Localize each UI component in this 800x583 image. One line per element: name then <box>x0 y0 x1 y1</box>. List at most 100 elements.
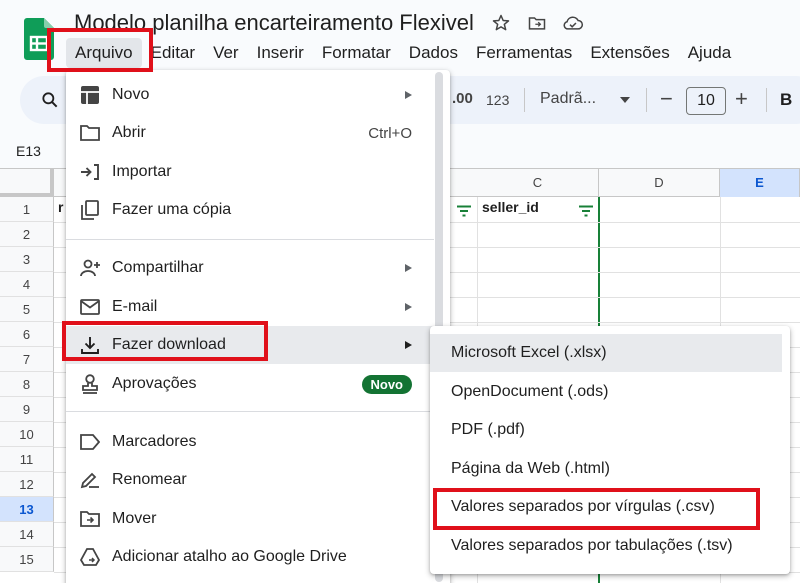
menu-item-label: Fazer download <box>112 336 226 353</box>
shortcut-text: Ctrl+O <box>368 124 412 142</box>
bold-button[interactable]: B <box>780 90 792 110</box>
rename-icon <box>79 470 101 490</box>
menu-item-label: Mover <box>112 510 157 527</box>
menu-divider <box>66 411 434 412</box>
font-size-input[interactable]: 10 <box>686 87 726 115</box>
row-header[interactable]: 5 <box>0 297 54 322</box>
row-header[interactable]: 14 <box>0 522 54 547</box>
menu-item-compartilhar[interactable]: Compartilhar <box>66 249 434 287</box>
download-option-csv[interactable]: Valores separados por vírgulas (.csv) <box>430 488 782 526</box>
menu-item-label: Fazer uma cópia <box>112 201 232 218</box>
name-box[interactable]: E13 <box>16 143 41 159</box>
move-icon <box>79 509 101 529</box>
menu-bar: Arquivo Editar Ver Inserir Formatar Dado… <box>66 38 740 68</box>
row-header[interactable]: 15 <box>0 547 54 572</box>
menu-arquivo[interactable]: Arquivo <box>66 38 142 68</box>
menu-item-fazer-uma-copia[interactable]: Fazer uma cópia <box>66 191 434 229</box>
toolbar-divider <box>766 88 767 112</box>
menu-item-abrir[interactable]: Abrir Ctrl+O <box>66 114 434 152</box>
menu-inserir[interactable]: Inserir <box>248 38 313 68</box>
increase-font-size-button[interactable]: + <box>735 86 748 112</box>
title-actions <box>490 12 584 34</box>
menu-item-label: Importar <box>112 163 172 180</box>
toolbar-divider <box>524 88 525 112</box>
mail-icon <box>79 297 101 317</box>
menu-item-aprovacoes[interactable]: Aprovações Novo <box>66 365 434 403</box>
row-header[interactable]: 10 <box>0 422 54 447</box>
download-option-ods[interactable]: OpenDocument (.ods) <box>430 373 782 411</box>
chevron-down-icon[interactable] <box>620 97 630 103</box>
menu-editar[interactable]: Editar <box>142 38 204 68</box>
menu-item-renomear[interactable]: Renomear <box>66 461 434 499</box>
row-header[interactable]: 1 <box>0 197 54 222</box>
label-icon <box>79 432 101 452</box>
download-option-html[interactable]: Página da Web (.html) <box>430 450 782 488</box>
row-header[interactable]: 7 <box>0 347 54 372</box>
menu-ferramentas[interactable]: Ferramentas <box>467 38 581 68</box>
submenu-arrow-icon <box>405 341 412 349</box>
app-window: Modelo planilha encarteiramento Flexivel… <box>0 0 800 583</box>
drive-shortcut-icon <box>79 547 101 567</box>
select-all-corner[interactable] <box>0 169 54 197</box>
filter-icon[interactable] <box>578 204 594 222</box>
cell-c1[interactable]: seller_id <box>482 199 539 215</box>
search-menus-icon[interactable] <box>40 90 60 115</box>
document-title[interactable]: Modelo planilha encarteiramento Flexivel <box>74 10 474 36</box>
more-formats-button[interactable]: 123 <box>486 92 509 108</box>
menu-item-label: Adicionar atalho ao Google Drive <box>112 548 347 565</box>
menu-item-label: E-mail <box>112 298 158 315</box>
row-header[interactable]: 4 <box>0 272 54 297</box>
menu-item-label: Aprovações <box>112 375 197 392</box>
menu-formatar[interactable]: Formatar <box>313 38 400 68</box>
submenu-arrow-icon <box>405 303 412 311</box>
cloud-status-icon[interactable] <box>562 12 584 34</box>
star-icon[interactable] <box>490 12 512 34</box>
row-header[interactable]: 11 <box>0 447 54 472</box>
menu-item-importar[interactable]: Importar <box>66 153 434 191</box>
download-option-pdf[interactable]: PDF (.pdf) <box>430 411 782 449</box>
menu-ajuda[interactable]: Ajuda <box>679 38 740 68</box>
menu-item-email[interactable]: E-mail <box>66 288 434 326</box>
menu-item-label: Abrir <box>112 124 146 141</box>
submenu-arrow-icon <box>405 264 412 272</box>
column-header-e[interactable]: E <box>720 169 800 197</box>
menu-ver[interactable]: Ver <box>204 38 248 68</box>
row-header-selected[interactable]: 13 <box>0 497 54 522</box>
menu-extensoes[interactable]: Extensões <box>581 38 678 68</box>
row-header[interactable]: 8 <box>0 372 54 397</box>
row-header[interactable]: 3 <box>0 247 54 272</box>
row-header[interactable]: 2 <box>0 222 54 247</box>
submenu-arrow-icon <box>405 91 412 99</box>
menu-divider <box>66 239 434 240</box>
row-header[interactable]: 6 <box>0 322 54 347</box>
menu-item-mover[interactable]: Mover <box>66 500 434 538</box>
copy-icon <box>79 200 101 220</box>
menu-item-marcadores[interactable]: Marcadores <box>66 423 434 461</box>
folder-icon <box>79 123 101 143</box>
menu-item-label: Marcadores <box>112 433 197 450</box>
menu-item-label: Novo <box>112 86 150 103</box>
new-badge: Novo <box>361 374 412 394</box>
menu-item-novo[interactable]: Novo <box>66 76 434 114</box>
font-family-select[interactable]: Padrã... <box>540 90 596 108</box>
person-add-icon <box>79 258 101 278</box>
move-to-folder-icon[interactable] <box>526 12 548 34</box>
menu-item-label: Compartilhar <box>112 259 204 276</box>
row-header[interactable]: 9 <box>0 397 54 422</box>
row-header[interactable]: 12 <box>0 472 54 497</box>
decrease-font-size-button[interactable]: − <box>660 86 673 112</box>
column-header-d[interactable]: D <box>599 169 720 197</box>
increase-decimal-button[interactable]: .00 <box>452 90 473 107</box>
menu-dados[interactable]: Dados <box>400 38 467 68</box>
download-option-xlsx[interactable]: Microsoft Excel (.xlsx) <box>430 334 782 372</box>
cell-a1[interactable]: r <box>58 199 63 215</box>
menu-item-adicionar-atalho[interactable]: Adicionar atalho ao Google Drive <box>66 538 434 576</box>
menu-item-label: Renomear <box>112 471 187 488</box>
import-icon <box>79 162 101 182</box>
menu-item-fazer-download[interactable]: Fazer download <box>66 326 434 364</box>
column-header-c[interactable]: C <box>477 169 599 197</box>
download-option-tsv[interactable]: Valores separados por tabulações (.tsv) <box>430 527 782 565</box>
toolbar-divider <box>646 88 647 112</box>
filter-icon[interactable] <box>456 204 472 222</box>
sheets-logo-icon[interactable] <box>24 18 54 60</box>
